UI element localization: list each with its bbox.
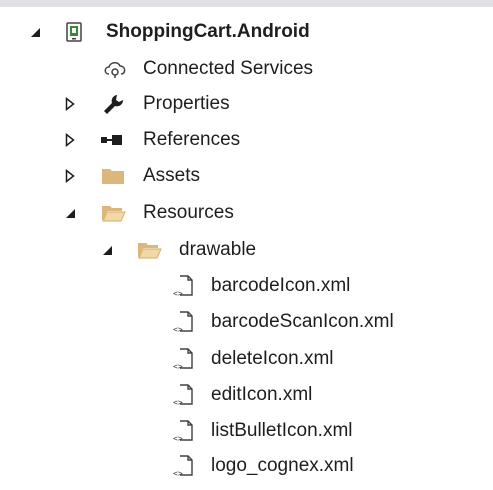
folder-open-icon: [101, 195, 126, 231]
xml-file-icon: <>: [173, 413, 195, 449]
project-label: ShoppingCart.Android: [106, 21, 310, 42]
tree-item-connected-services[interactable]: Connected Services: [0, 51, 493, 87]
tree-item-label: References: [143, 129, 241, 150]
svg-text:<>: <>: [173, 362, 183, 371]
cloud-services-icon: [102, 51, 128, 87]
svg-text:<>: <>: [173, 469, 183, 478]
tree-item-drawable[interactable]: drawable: [0, 232, 493, 268]
tree-item-file[interactable]: <> listBulletIcon.xml: [0, 413, 493, 449]
tree-item-references[interactable]: References: [0, 122, 493, 158]
svg-text:<>: <>: [173, 289, 183, 298]
folder-open-icon: [137, 232, 162, 268]
svg-text:<>: <>: [173, 398, 183, 407]
tree-item-file[interactable]: <> deleteIcon.xml: [0, 341, 493, 377]
xml-file-icon: <>: [173, 304, 195, 340]
tree-item-label: Connected Services: [143, 58, 314, 79]
tree-item-label: Assets: [143, 165, 201, 186]
xml-file-icon: <>: [173, 377, 195, 413]
svg-text:<>: <>: [173, 325, 183, 334]
tree-item-resources[interactable]: Resources: [0, 195, 493, 231]
solution-explorer-tree: ShoppingCart.Android Connected Services …: [0, 0, 493, 490]
tree-item-properties[interactable]: Properties: [0, 86, 493, 122]
tree-item-file[interactable]: <> editIcon.xml: [0, 377, 493, 413]
tree-item-label: deleteIcon.xml: [211, 348, 334, 369]
expanded-arrow-icon[interactable]: [29, 14, 41, 50]
tree-item-label: editIcon.xml: [211, 384, 313, 405]
wrench-icon: [102, 86, 124, 122]
tree-item-file[interactable]: <> barcodeScanIcon.xml: [0, 304, 493, 340]
collapsed-arrow-icon[interactable]: [65, 122, 75, 158]
expanded-arrow-icon[interactable]: [101, 232, 113, 268]
tree-item-label: barcodeScanIcon.xml: [211, 311, 394, 332]
xml-file-icon: <>: [173, 268, 195, 304]
xml-file-icon: <>: [173, 448, 195, 484]
collapsed-arrow-icon[interactable]: [65, 158, 75, 194]
tree-item-label: barcodeIcon.xml: [211, 275, 351, 296]
tree-item-label: drawable: [179, 239, 257, 260]
tree-item-label: Resources: [143, 202, 234, 223]
collapsed-arrow-icon[interactable]: [65, 86, 75, 122]
tree-item-label: listBulletIcon.xml: [211, 420, 353, 441]
android-project-icon: [66, 14, 82, 50]
tree-item-label: logo_cognex.xml: [211, 455, 354, 476]
tree-item-assets[interactable]: Assets: [0, 158, 493, 194]
references-icon: [100, 122, 124, 158]
tree-item-file[interactable]: <> barcodeIcon.xml: [0, 268, 493, 304]
xml-file-icon: <>: [173, 341, 195, 377]
folder-icon: [101, 158, 125, 194]
tree-item-label: Properties: [143, 93, 230, 114]
expanded-arrow-icon[interactable]: [64, 195, 76, 231]
tree-item-file[interactable]: <> logo_cognex.xml: [0, 448, 493, 484]
svg-text:<>: <>: [173, 434, 183, 443]
tree-item-project[interactable]: ShoppingCart.Android: [0, 14, 493, 50]
